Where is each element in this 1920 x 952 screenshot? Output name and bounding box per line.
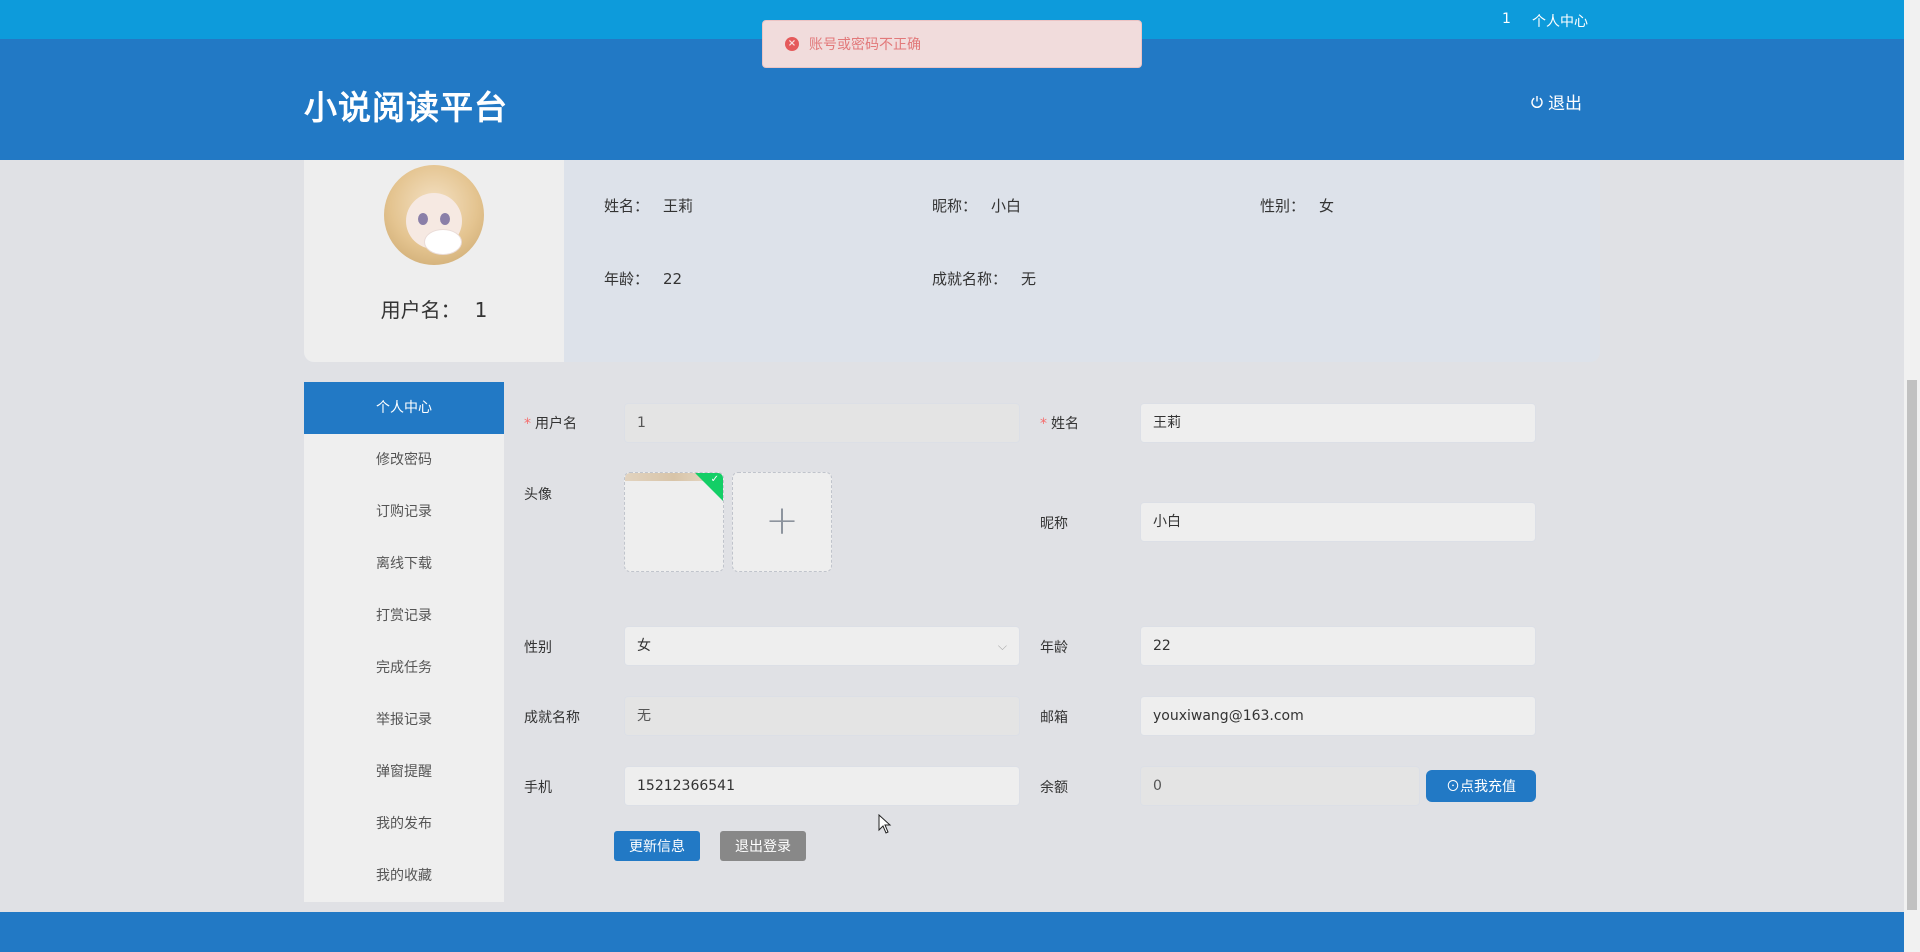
menu-item-personal-center[interactable]: 个人中心: [304, 382, 504, 434]
balance-field[interactable]: 0: [1140, 766, 1420, 806]
menu-item-tasks[interactable]: 完成任务: [304, 642, 504, 694]
balance-label: 余额: [1040, 780, 1068, 796]
gender-label: 性别: [524, 640, 552, 656]
power-icon: [1530, 95, 1544, 109]
chevron-down-icon: ⌵: [997, 639, 1007, 653]
profile-card: 用户名： 1 姓名： 王莉 昵称： 小白 性别： 女 年龄： 22 成就名称： 无: [304, 160, 1600, 362]
info-gender: 性别： 女: [1260, 195, 1334, 216]
info-nickname: 昵称： 小白: [932, 195, 1021, 216]
menu-item-popup-reminders[interactable]: 弹窗提醒: [304, 746, 504, 798]
achievement-field[interactable]: 无: [624, 696, 1020, 736]
logout-button[interactable]: 退出登录: [720, 831, 806, 861]
info-gender-label: 性别：: [1260, 197, 1306, 215]
scrollbar-thumb[interactable]: [1907, 380, 1917, 910]
name-label: * 姓名: [1040, 416, 1079, 432]
cursor-arrow-icon: [878, 813, 892, 834]
avatar-plush: [424, 229, 462, 255]
menu-item-change-password[interactable]: 修改密码: [304, 434, 504, 486]
avatar-eye-right: [440, 213, 450, 225]
plus-icon: +: [765, 498, 799, 544]
email-field[interactable]: youxiwang@163.com: [1140, 696, 1536, 736]
menu-item-my-posts[interactable]: 我的发布: [304, 798, 504, 850]
personal-center-link[interactable]: 个人中心: [1532, 11, 1588, 31]
phone-label: 手机: [524, 780, 552, 796]
logout-label: 退出: [1548, 94, 1582, 114]
info-achievement-value: 无: [1021, 270, 1037, 288]
profile-avatar-panel: 用户名： 1: [304, 160, 564, 362]
logout-link[interactable]: 退出: [1530, 89, 1582, 114]
recharge-button[interactable]: ⊙点我充值: [1426, 770, 1536, 802]
update-info-button[interactable]: 更新信息: [614, 831, 700, 861]
info-age: 年龄： 22: [604, 268, 682, 289]
nickname-field[interactable]: 小白: [1140, 502, 1536, 542]
menu-item-offline-download[interactable]: 离线下载: [304, 538, 504, 590]
profile-username-label: 用户名：: [380, 298, 461, 322]
toast-message: 账号或密码不正确: [809, 37, 921, 53]
info-age-label: 年龄：: [604, 270, 650, 288]
menu-item-rewards[interactable]: 打赏记录: [304, 590, 504, 642]
menu-item-reports[interactable]: 举报记录: [304, 694, 504, 746]
avatar-label: 头像: [524, 487, 552, 503]
menu-item-orders[interactable]: 订购记录: [304, 486, 504, 538]
profile-username: 用户名： 1: [304, 294, 564, 323]
info-name: 姓名： 王莉: [604, 195, 693, 216]
avatar: [384, 165, 484, 265]
info-name-label: 姓名：: [604, 197, 650, 215]
avatar-uploaded-thumb[interactable]: ✓: [624, 472, 724, 572]
username-label: * 用户名: [524, 416, 577, 432]
username-field[interactable]: 1: [624, 403, 1020, 443]
info-age-value: 22: [663, 270, 683, 288]
info-name-value: 王莉: [663, 197, 694, 215]
info-achievement: 成就名称： 无: [932, 268, 1036, 289]
achievement-label: 成就名称: [524, 710, 580, 726]
side-menu: 个人中心 修改密码 订购记录 离线下载 打赏记录 完成任务 举报记录 弹窗提醒 …: [304, 382, 504, 902]
check-icon: ✓: [710, 474, 719, 485]
gender-select-value: 女: [637, 638, 651, 654]
avatar-upload-button[interactable]: +: [732, 472, 832, 572]
avatar-eye-left: [418, 213, 428, 225]
gender-select[interactable]: 女 ⌵: [624, 626, 1020, 666]
age-label: 年龄: [1040, 640, 1068, 656]
info-achievement-label: 成就名称：: [932, 270, 1008, 288]
nickname-label: 昵称: [1040, 516, 1068, 532]
age-field[interactable]: 22: [1140, 626, 1536, 666]
info-nickname-label: 昵称：: [932, 197, 978, 215]
info-gender-value: 女: [1319, 197, 1335, 215]
menu-item-favorites[interactable]: 我的收藏: [304, 850, 504, 902]
info-nickname-value: 小白: [991, 197, 1022, 215]
top-user-id[interactable]: 1: [1502, 11, 1511, 27]
site-title[interactable]: 小说阅读平台: [304, 81, 508, 129]
name-field[interactable]: 王莉: [1140, 403, 1536, 443]
profile-username-value: 1: [474, 298, 488, 322]
error-toast: × 账号或密码不正确: [762, 20, 1142, 68]
email-label: 邮箱: [1040, 710, 1068, 726]
phone-field[interactable]: 15212366541: [624, 766, 1020, 806]
error-circle-icon: ×: [785, 37, 799, 51]
site-footer: [0, 912, 1904, 952]
